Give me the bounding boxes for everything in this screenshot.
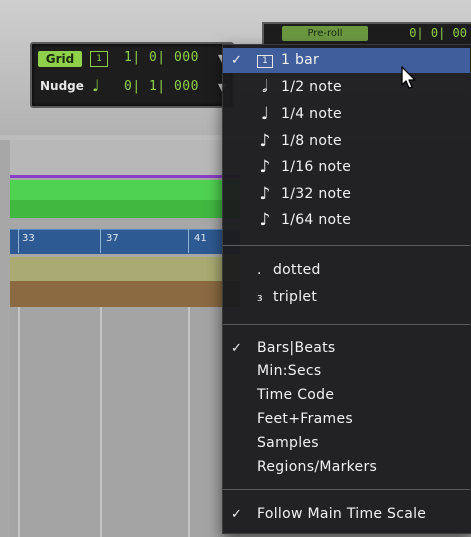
menu-item-label: 1/64 note <box>281 212 352 228</box>
bar-grid-icon: 1 <box>90 51 108 67</box>
half-note-icon: 𝅗𝅥 <box>262 77 268 97</box>
menu-item-dotted[interactable]: . dotted <box>223 258 470 283</box>
menu-item-label: Feet+Frames <box>257 411 353 427</box>
bar-number: 33 <box>22 233 35 244</box>
menu-item-label: 1/4 note <box>281 106 342 122</box>
dotted-symbol: . <box>257 262 262 278</box>
menu-item-label: 1 bar <box>281 52 320 68</box>
bar-icon: 1 <box>257 55 273 68</box>
menu-separator <box>223 489 470 490</box>
thirty-second-note-icon: ♪ <box>259 184 271 204</box>
pre-roll-button[interactable]: Pre-roll <box>282 26 368 41</box>
menu-item-triplet[interactable]: ₃ triplet <box>223 285 470 310</box>
sixteenth-note-icon: ♪ <box>259 157 271 177</box>
grid-mode-button[interactable]: Grid <box>38 51 82 67</box>
menu-item-label: 1/16 note <box>281 159 352 175</box>
menu-item-sixteenth-note[interactable]: ♪ 1/16 note <box>223 155 470 180</box>
grid-nudge-panel: Grid 1 1| 0| 000 ▼ Nudge ♩ 0| 1| 000 ▼ <box>30 42 234 108</box>
eighth-note-icon: ♪ <box>259 131 271 151</box>
audio-region-waveform <box>10 200 240 218</box>
quarter-note-icon: ♩ <box>92 76 100 95</box>
bar-tick <box>18 229 19 253</box>
quarter-note-icon: ♩ <box>260 104 270 124</box>
triplet-symbol: ₃ <box>257 289 263 305</box>
menu-item-eighth-note[interactable]: ♪ 1/8 note <box>223 129 470 154</box>
selection-line <box>10 175 240 178</box>
pre-roll-value[interactable]: 0| 0| 00 <box>409 26 467 40</box>
menu-item-time-code[interactable]: Time Code <box>223 383 470 408</box>
bar-number: 37 <box>106 233 119 244</box>
tempo-lane[interactable] <box>10 281 240 307</box>
menu-item-label: 1/8 note <box>281 133 342 149</box>
menu-item-label: Samples <box>257 435 319 451</box>
menu-item-thirty-second-note[interactable]: ♪ 1/32 note <box>223 182 470 207</box>
menu-item-samples[interactable]: Samples <box>223 431 470 456</box>
mouse-pointer-icon <box>401 66 416 89</box>
menu-item-label: Min:Secs <box>257 363 322 379</box>
grid-line <box>188 307 190 537</box>
menu-item-bars-beats[interactable]: ✓ Bars|Beats <box>223 336 470 361</box>
marker-lane[interactable] <box>10 257 240 281</box>
grid-value-popup-menu: ✓ 1 1 bar 𝅗𝅥 1/2 note ♩ 1/4 note ♪ 1/8 n… <box>222 44 471 534</box>
menu-item-feet-frames[interactable]: Feet+Frames <box>223 407 470 432</box>
check-icon: ✓ <box>231 341 243 356</box>
menu-item-label: Follow Main Time Scale <box>257 506 427 522</box>
menu-item-label: triplet <box>273 289 318 305</box>
nudge-label: Nudge <box>40 79 84 93</box>
timeline-ruler <box>10 140 240 177</box>
check-icon: ✓ <box>231 507 243 522</box>
menu-item-min-secs[interactable]: Min:Secs <box>223 359 470 384</box>
menu-item-label: 1/2 note <box>281 79 342 95</box>
menu-item-quarter-note[interactable]: ♩ 1/4 note <box>223 102 470 127</box>
pro-tools-edit-window: Grid 1 1| 0| 000 ▼ Nudge ♩ 0| 1| 000 ▼ P… <box>0 0 471 537</box>
menu-item-label: Bars|Beats <box>257 340 336 356</box>
bar-number: 41 <box>194 233 207 244</box>
menu-item-label: Time Code <box>257 387 335 403</box>
menu-separator <box>223 245 470 246</box>
bar-tick <box>188 229 189 253</box>
menu-item-follow-main-time-scale[interactable]: ✓ Follow Main Time Scale <box>223 502 470 527</box>
sixty-fourth-note-icon: ♪ <box>259 210 271 230</box>
check-icon: ✓ <box>231 53 243 68</box>
menu-item-half-note[interactable]: 𝅗𝅥 1/2 note <box>223 75 470 100</box>
grid-line <box>100 307 102 537</box>
grid-line <box>18 307 20 537</box>
bar-tick <box>100 229 101 253</box>
grid-value-display[interactable]: 1| 0| 000 <box>124 50 199 65</box>
menu-item-label: 1/32 note <box>281 186 352 202</box>
menu-item-regions-markers[interactable]: Regions/Markers <box>223 455 470 480</box>
menu-item-label: dotted <box>273 262 321 278</box>
menu-separator <box>223 324 470 325</box>
menu-item-label: Regions/Markers <box>257 459 378 475</box>
menu-item-sixty-fourth-note[interactable]: ♪ 1/64 note <box>223 208 470 233</box>
nudge-value-display[interactable]: 0| 1| 000 <box>124 79 199 94</box>
menu-item-1-bar[interactable]: ✓ 1 1 bar <box>223 48 470 73</box>
track-lane[interactable] <box>10 307 240 537</box>
